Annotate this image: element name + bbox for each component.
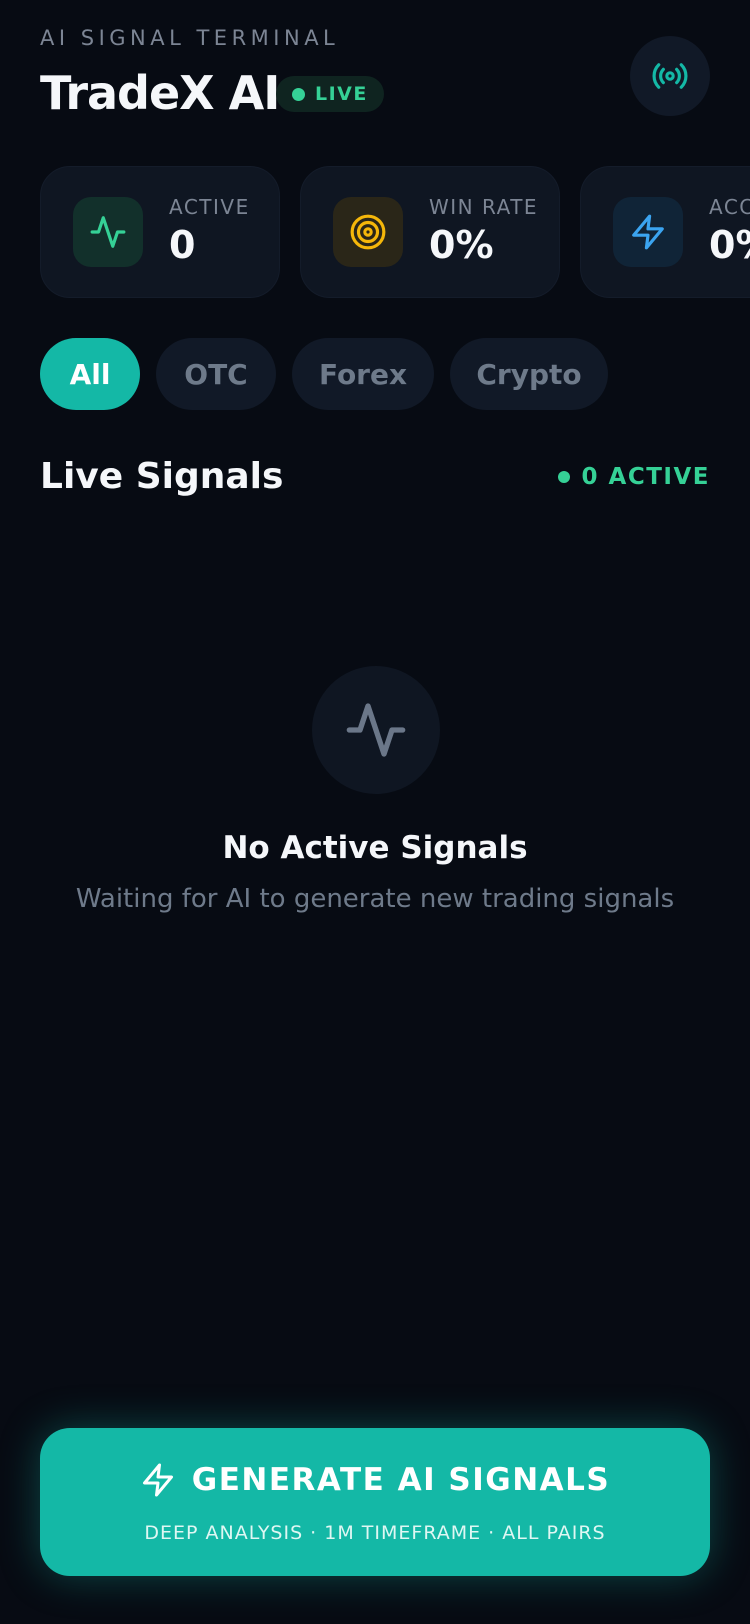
active-count-label: 0 ACTIVE — [581, 464, 710, 490]
activity-icon — [90, 216, 126, 248]
activity-icon — [346, 703, 406, 757]
live-badge: LIVE — [276, 76, 384, 112]
live-badge-label: LIVE — [315, 83, 368, 105]
stat-icon-box — [73, 197, 143, 267]
stat-value: 0 — [169, 223, 196, 267]
stat-icon-box — [333, 197, 403, 267]
stat-icon-box — [613, 197, 683, 267]
status-dot-icon — [557, 471, 570, 483]
app-subtitle: AI SIGNAL TERMINAL — [40, 26, 340, 50]
broadcast-button[interactable] — [630, 36, 710, 116]
empty-state-title: No Active Signals — [222, 830, 528, 866]
generate-signals-button[interactable]: GENERATE AI SIGNALS DEEP ANALYSIS · 1M T… — [40, 1428, 710, 1576]
generate-button-label: GENERATE AI SIGNALS — [191, 1462, 611, 1498]
filter-tab-forex[interactable]: Forex — [292, 338, 434, 410]
lightning-icon — [142, 1463, 173, 1497]
stat-card-active: ACTIVE 0 — [40, 166, 280, 298]
stat-card-accuracy: ACC 0% — [580, 166, 750, 298]
target-icon — [350, 214, 386, 250]
stat-card-win-rate: WIN RATE 0% — [300, 166, 560, 298]
broadcast-icon — [652, 63, 688, 89]
stat-value: 0% — [709, 223, 750, 267]
stat-label: ACTIVE — [169, 195, 250, 219]
active-count-badge: 0 ACTIVE — [557, 464, 710, 490]
filter-tab-crypto[interactable]: Crypto — [450, 338, 608, 410]
lightning-icon — [632, 214, 664, 250]
live-dot-icon — [292, 87, 305, 101]
stat-label: ACC — [709, 195, 750, 219]
stat-label: WIN RATE — [429, 195, 539, 219]
stat-value: 0% — [429, 223, 494, 267]
section-title: Live Signals — [40, 456, 284, 497]
app-screen: AI SIGNAL TERMINAL TradeX AI LIVE ACTIVE… — [0, 0, 750, 1624]
generate-button-subtitle: DEEP ANALYSIS · 1M TIMEFRAME · ALL PAIRS — [144, 1522, 606, 1544]
empty-state-icon-circle — [312, 666, 440, 794]
generate-button-row: GENERATE AI SIGNALS — [40, 1462, 710, 1498]
app-title: TradeX AI — [40, 66, 280, 120]
filter-tab-otc[interactable]: OTC — [156, 338, 276, 410]
empty-state-description: Waiting for AI to generate new trading s… — [75, 884, 675, 914]
filter-tab-all[interactable]: All — [40, 338, 140, 410]
